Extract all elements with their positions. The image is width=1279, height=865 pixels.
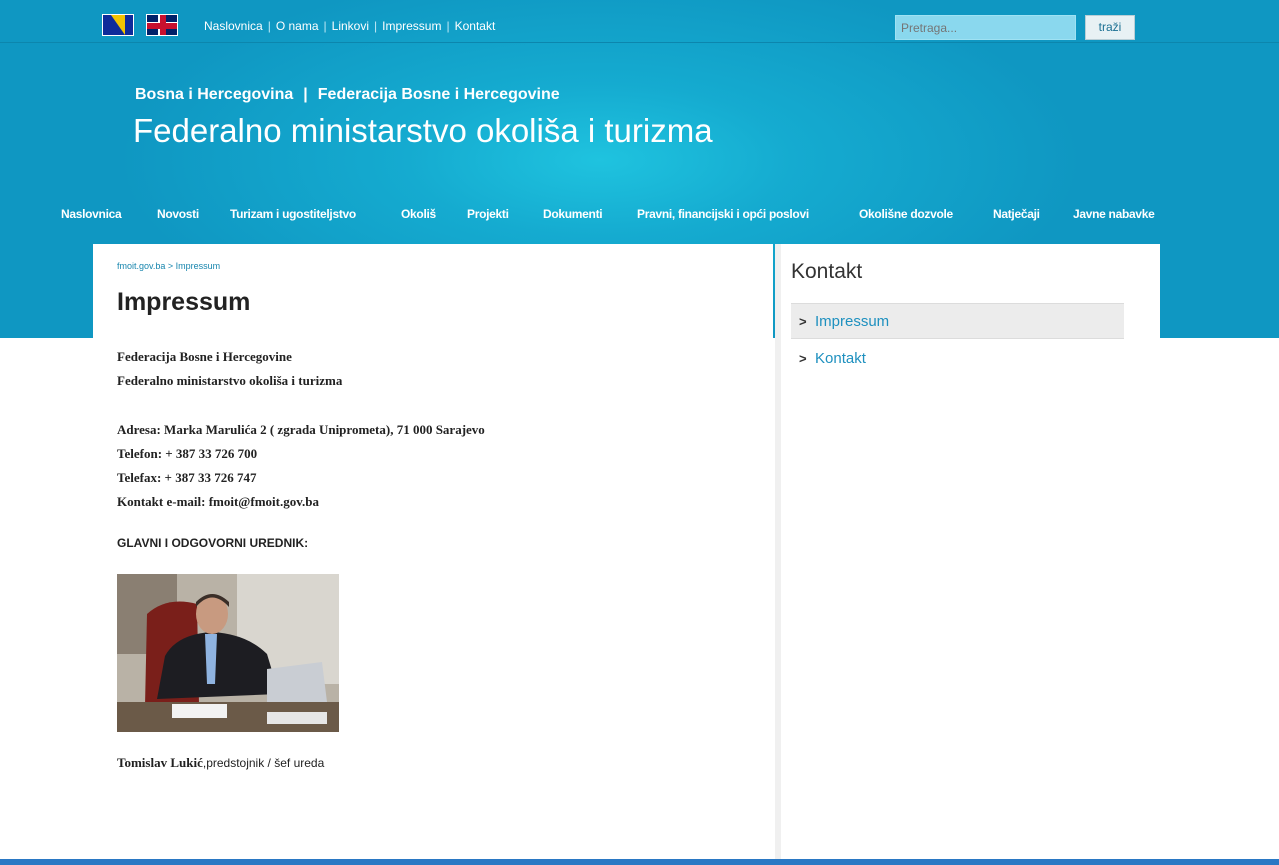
country-name: Bosna i Hercegovina — [135, 86, 294, 103]
content-address: Adresa: Marka Marulića 2 ( zgrada Unipro… — [117, 422, 485, 437]
top-link-kontakt[interactable]: Kontakt — [455, 19, 496, 33]
main-content: fmoit.gov.ba > Impressum Impressum Feder… — [93, 244, 773, 859]
top-bar: Naslovnica | O nama | Linkovi | Impressum | Kont… — [0, 4, 1279, 43]
nav-dokumenti[interactable]: Dokumenti — [543, 207, 603, 221]
chevron-right-icon: > — [799, 314, 807, 329]
top-link-impressum[interactable]: Impressum — [382, 19, 441, 33]
flag-canton — [147, 15, 158, 22]
top-link-o-nama[interactable]: O nama — [276, 19, 319, 33]
editor-photo — [117, 574, 339, 732]
search-button[interactable]: traži — [1085, 15, 1135, 40]
header-country-line: Bosna i Hercegovina | Federacija Bosne i H… — [135, 86, 560, 104]
editor-caption: Tomislav Lukić,predstojnik / šef ureda — [117, 755, 324, 771]
content-line-ministry: Federalno ministarstvo okoliša i turizma — [117, 373, 343, 388]
top-link-linkovi[interactable]: Linkovi — [332, 19, 369, 33]
federation-name: Federacija Bosne i Hercegovine — [317, 86, 560, 103]
country-separator: | — [303, 86, 308, 103]
editor-photo-image — [117, 574, 339, 732]
flag-canton — [166, 29, 177, 35]
top-link-separator: | — [374, 19, 378, 33]
content-fax: Telefax: + 387 33 726 747 — [117, 470, 257, 485]
nav-natjecaji[interactable]: Natječaji — [993, 207, 1040, 221]
page-title: Impressum — [117, 288, 251, 316]
nav-turizam[interactable]: Turizam i ugostiteljstvo — [230, 207, 356, 221]
editor-name: Tomislav Lukić — [117, 755, 203, 770]
nav-okolisne-dozvole[interactable]: Okolišne dozvole — [859, 207, 953, 221]
nav-okolis[interactable]: Okoliš — [401, 207, 436, 221]
sidebar-item-label: Impressum — [815, 313, 890, 330]
bosnian-flag-icon[interactable] — [102, 14, 134, 36]
search-input[interactable] — [895, 15, 1076, 40]
bottom-border — [0, 859, 1279, 865]
sidebar-item-label: Kontakt — [815, 350, 866, 367]
editor-role: ,predstojnik / šef ureda — [202, 756, 325, 770]
sidebar-title: Kontakt — [791, 260, 863, 283]
nav-novosti[interactable]: Novosti — [157, 207, 199, 221]
top-link-separator: | — [267, 19, 271, 33]
editor-heading: GLAVNI I ODGOVORNI UREDNIK: — [117, 536, 309, 550]
nav-pravni-poslovi[interactable]: Pravni, financijski i opći poslovi — [637, 207, 809, 221]
sidebar: Kontakt > Impressum > Kontakt — [775, 244, 1160, 859]
top-link-separator: | — [446, 19, 450, 33]
breadcrumb[interactable]: fmoit.gov.ba > Impressum — [117, 261, 220, 271]
top-link-naslovnica[interactable]: Naslovnica — [204, 19, 263, 33]
content-phone: Telefon: + 387 33 726 700 — [117, 446, 258, 461]
chevron-right-icon: > — [799, 351, 807, 366]
sidebar-item-kontakt[interactable]: > Kontakt — [791, 341, 1124, 377]
main-nav: Naslovnica Novosti Turizam i ugostiteljs… — [0, 207, 1279, 225]
sidebar-item-impressum[interactable]: > Impressum — [791, 303, 1124, 339]
flag-canton — [166, 15, 177, 22]
top-link-separator: | — [323, 19, 327, 33]
content-line-federation: Federacija Bosne i Hercegovine — [117, 349, 292, 364]
top-links: Naslovnica | O nama | Linkovi | Impressum | Kont… — [204, 19, 495, 33]
nav-javne-nabavke[interactable]: Javne nabavke — [1073, 207, 1155, 221]
english-flag-icon[interactable] — [146, 14, 178, 36]
flag-canton — [147, 29, 158, 35]
nav-projekti[interactable]: Projekti — [467, 207, 509, 221]
ministry-title: Federalno ministarstvo okoliša i turizma — [133, 112, 713, 149]
nav-naslovnica[interactable]: Naslovnica — [61, 207, 122, 221]
content-email[interactable]: Kontakt e-mail: fmoit@fmoit.gov.ba — [117, 494, 319, 510]
